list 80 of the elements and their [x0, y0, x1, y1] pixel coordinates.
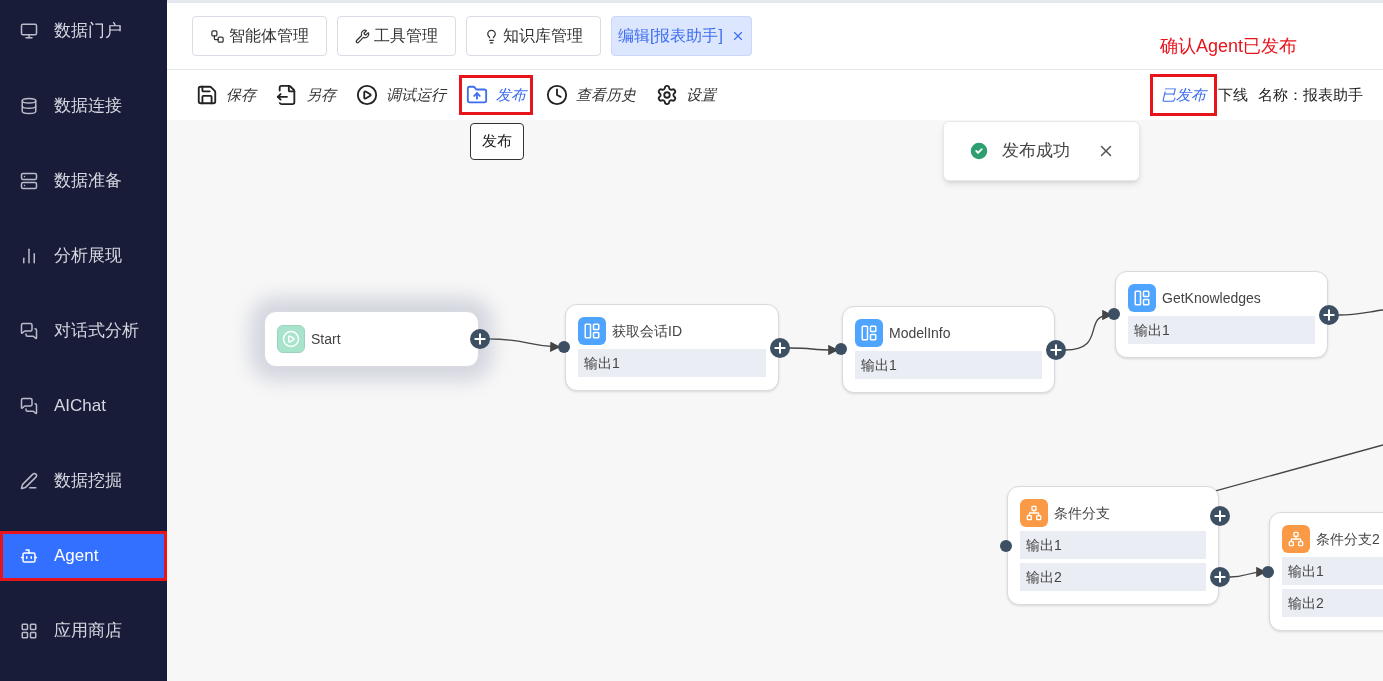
workflow-node[interactable]: GetKnowledges 输出1: [1115, 271, 1328, 358]
toast-message: 发布成功: [1002, 140, 1070, 163]
branch-icon: [1282, 525, 1310, 553]
connector-line: [1338, 309, 1383, 316]
annotation-text: 确认Agent已发布: [1160, 35, 1298, 58]
toolbar-button[interactable]: 另存: [272, 78, 340, 112]
input-port[interactable]: [1108, 308, 1120, 320]
lightbulb-icon: [484, 28, 499, 44]
bar-chart-icon: [20, 247, 38, 265]
sidebar-item[interactable]: 数据连接: [0, 81, 167, 131]
output-row: 输出2: [1020, 563, 1206, 591]
toolbar-button[interactable]: 保存: [192, 78, 260, 112]
offline-link[interactable]: 下线: [1218, 83, 1248, 107]
clock-icon: [546, 84, 568, 106]
input-port[interactable]: [1262, 566, 1274, 578]
toolbar-button[interactable]: 查看历史: [542, 78, 640, 112]
output-row: 输出1: [578, 349, 766, 377]
play-icon: [277, 325, 305, 353]
save-as-icon: [276, 84, 298, 106]
agent-name: 名称：报表助手: [1258, 84, 1363, 105]
grid-icon: [20, 622, 38, 640]
sidebar-item[interactable]: 数据准备: [0, 156, 167, 206]
branch-icon: [1020, 499, 1048, 527]
sidebar-item[interactable]: 数据挖掘: [0, 456, 167, 506]
database-icon: [20, 97, 38, 115]
published-status: 已发布: [1153, 76, 1214, 114]
workflow-node[interactable]: Start: [264, 311, 479, 367]
output-row: 输出1: [1020, 531, 1206, 559]
toolbar-button[interactable]: 设置: [652, 78, 720, 112]
add-port-button[interactable]: [1319, 305, 1339, 325]
add-port-button[interactable]: [1210, 567, 1230, 587]
workflow-node[interactable]: ModelInfo 输出1: [842, 306, 1055, 393]
output-row: 输出1: [855, 351, 1042, 379]
output-row: 输出1: [1128, 316, 1315, 344]
sidebar-item[interactable]: AIChat: [0, 381, 167, 431]
save-icon: [196, 84, 218, 106]
sidebar-item[interactable]: Agent: [0, 531, 167, 581]
workflow-node[interactable]: 条件分支2 输出1 输出2: [1269, 512, 1383, 631]
wrench-icon: [355, 28, 370, 44]
tab[interactable]: 智能体管理: [192, 16, 327, 56]
node-title: 条件分支: [1054, 503, 1110, 523]
toolbar-button[interactable]: 调试运行: [352, 78, 450, 112]
success-check-icon: [968, 140, 990, 162]
chat-icon: [20, 397, 38, 415]
output-row: 输出2: [1282, 589, 1383, 617]
tooltip: 发布: [470, 123, 524, 160]
settings-icon: [656, 84, 678, 106]
tab[interactable]: 知识库管理: [466, 16, 601, 56]
node-title: 条件分支2: [1316, 529, 1380, 549]
nodes-icon: [210, 28, 225, 44]
workflow-node[interactable]: 获取会话ID 输出1: [565, 304, 779, 391]
layout-icon: [578, 317, 606, 345]
monitor-icon: [20, 22, 38, 40]
node-title: Start: [311, 329, 341, 349]
add-port-button[interactable]: [1210, 506, 1230, 526]
sidebar-item[interactable]: 分析展现: [0, 231, 167, 281]
node-title: 获取会话ID: [612, 321, 682, 341]
add-port-button[interactable]: [1046, 340, 1066, 360]
pen-icon: [20, 472, 38, 490]
chat-icon: [20, 322, 38, 340]
sidebar-item[interactable]: 数据门户: [0, 6, 167, 56]
play-icon: [356, 84, 378, 106]
input-port[interactable]: [558, 341, 570, 353]
node-title: ModelInfo: [889, 323, 951, 343]
layout-icon: [855, 319, 883, 347]
folder-upload-icon: [466, 84, 488, 106]
input-port[interactable]: [1000, 540, 1012, 552]
sidebar-item[interactable]: 对话式分析: [0, 306, 167, 356]
tab[interactable]: 编辑[报表助手]: [611, 16, 752, 56]
node-title: GetKnowledges: [1162, 288, 1261, 308]
server-icon: [20, 172, 38, 190]
robot-icon: [20, 547, 38, 565]
layout-icon: [1128, 284, 1156, 312]
output-row: 输出1: [1282, 557, 1383, 585]
tab[interactable]: 工具管理: [337, 16, 456, 56]
add-port-button[interactable]: [470, 329, 490, 349]
workflow-node[interactable]: 条件分支 输出1 输出2: [1007, 486, 1219, 605]
sidebar-item[interactable]: 应用商店: [0, 606, 167, 656]
input-port[interactable]: [835, 343, 847, 355]
add-port-button[interactable]: [770, 338, 790, 358]
